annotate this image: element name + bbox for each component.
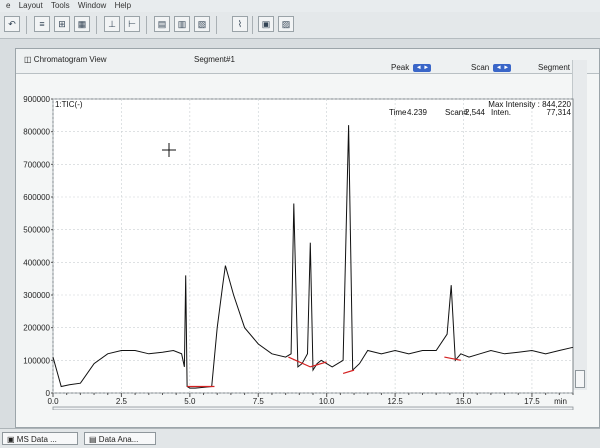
y-tick-label: 400000 <box>23 258 50 267</box>
window-header: ◫ Chromatogram View Segment#1 Peak ◄ ► S… <box>16 49 599 74</box>
y-tick-label: 500000 <box>23 226 50 235</box>
y-tick-label: 700000 <box>23 160 50 169</box>
taskbar: ▣ MS Data ... ▤ Data Ana... <box>0 428 600 448</box>
scan-arrows-icon[interactable]: ◄ ► <box>493 63 512 72</box>
table-icon[interactable]: ▥ <box>174 16 190 32</box>
x-tick-label: 5.0 <box>184 397 196 406</box>
scan-readout-value: 2,544 <box>465 108 486 117</box>
peak-icon[interactable]: ⊢ <box>124 16 140 32</box>
y-tick-label: 100000 <box>23 356 50 365</box>
report-icon[interactable]: ▧ <box>194 16 210 32</box>
toolbar-separator <box>96 16 97 34</box>
x-axis: 0.0 2.5 5.0 7.5 10.0 12.5 15.0 17.5 min <box>47 393 574 406</box>
toolbar-separator <box>26 16 27 34</box>
y-tick-label: 600000 <box>23 193 50 202</box>
y-tick-label: 900000 <box>23 95 50 104</box>
image-icon[interactable]: ▣ <box>258 16 274 32</box>
scan-label: Scan <box>471 63 490 72</box>
taskbar-data-analysis[interactable]: ▤ Data Ana... <box>84 432 156 445</box>
y-tick-label: 200000 <box>23 324 50 333</box>
x-tick-label: 10.0 <box>319 397 335 406</box>
taskbar-ms-data[interactable]: ▣ MS Data ... <box>2 432 78 445</box>
x-axis-unit-label: min <box>554 397 567 406</box>
baseline-icon[interactable]: ⊥ <box>104 16 120 32</box>
list-icon[interactable]: ≡ <box>34 16 50 32</box>
menu-bar: e Layout Tools Window Help <box>0 0 600 12</box>
x-tick-label: 2.5 <box>116 397 128 406</box>
segment-label: Segment#1 <box>194 55 235 64</box>
grid-icon[interactable]: ⊞ <box>54 16 70 32</box>
peak-label: Peak <box>391 63 410 72</box>
x-tick-label: 15.0 <box>456 397 472 406</box>
scan-control: Scan ◄ ► <box>471 63 512 72</box>
time-value: 4.239 <box>407 108 428 117</box>
chromatogram-chart[interactable]: 0100000200000300000400000500000600000700… <box>15 85 580 410</box>
window-title-text: Chromatogram View <box>33 55 107 64</box>
y-axis: 0100000200000300000400000500000600000700… <box>23 95 53 398</box>
menu-item-tools[interactable]: Tools <box>51 1 70 10</box>
peak-control: Peak ◄ ► <box>391 63 432 72</box>
print-icon[interactable]: ▨ <box>278 16 294 32</box>
undo-icon[interactable]: ↶ <box>4 16 20 32</box>
ms-data-icon: ▣ <box>7 435 15 444</box>
menu-item-file[interactable]: e <box>6 1 10 10</box>
peak-arrows-icon[interactable]: ◄ ► <box>413 63 432 72</box>
y-tick-label: 300000 <box>23 291 50 300</box>
toolbar: ↶ ≡ ⊞ ▦ ⊥ ⊢ ▤ ▥ ▧ ⌇ ▣ ▨ <box>0 12 600 39</box>
taskbar-data-analysis-label: Data Ana... <box>98 435 139 444</box>
peak-label-icon[interactable]: ⌇ <box>232 16 248 32</box>
data-analysis-icon: ▤ <box>89 435 97 444</box>
chart-icon[interactable]: ▦ <box>74 16 90 32</box>
x-tick-label: 12.5 <box>387 397 403 406</box>
window-icon: ◫ <box>24 55 32 64</box>
segment-right-label: Segment <box>538 63 571 72</box>
horizontal-scrollbar[interactable] <box>52 406 574 410</box>
window-title: ◫ Chromatogram View <box>24 55 107 64</box>
time-label: Time <box>389 108 407 117</box>
toolbar-separator <box>252 16 253 34</box>
menu-item-layout[interactable]: Layout <box>19 1 43 10</box>
x-tick-label: 0.0 <box>47 397 59 406</box>
toolbar-separator <box>146 16 147 34</box>
intensity-value: 77,314 <box>547 108 572 117</box>
y-tick-label: 800000 <box>23 128 50 137</box>
intensity-label: Inten. <box>491 108 511 117</box>
trace-label: 1:TIC(-) <box>55 100 83 109</box>
calc-icon[interactable]: ▤ <box>154 16 170 32</box>
menu-item-window[interactable]: Window <box>78 1 106 10</box>
toolbar-separator <box>216 16 217 34</box>
segment-control: Segment <box>538 63 570 72</box>
x-tick-label: 7.5 <box>253 397 265 406</box>
x-tick-label: 17.5 <box>524 397 540 406</box>
menu-item-help[interactable]: Help <box>115 1 131 10</box>
taskbar-ms-data-label: MS Data ... <box>16 435 57 444</box>
